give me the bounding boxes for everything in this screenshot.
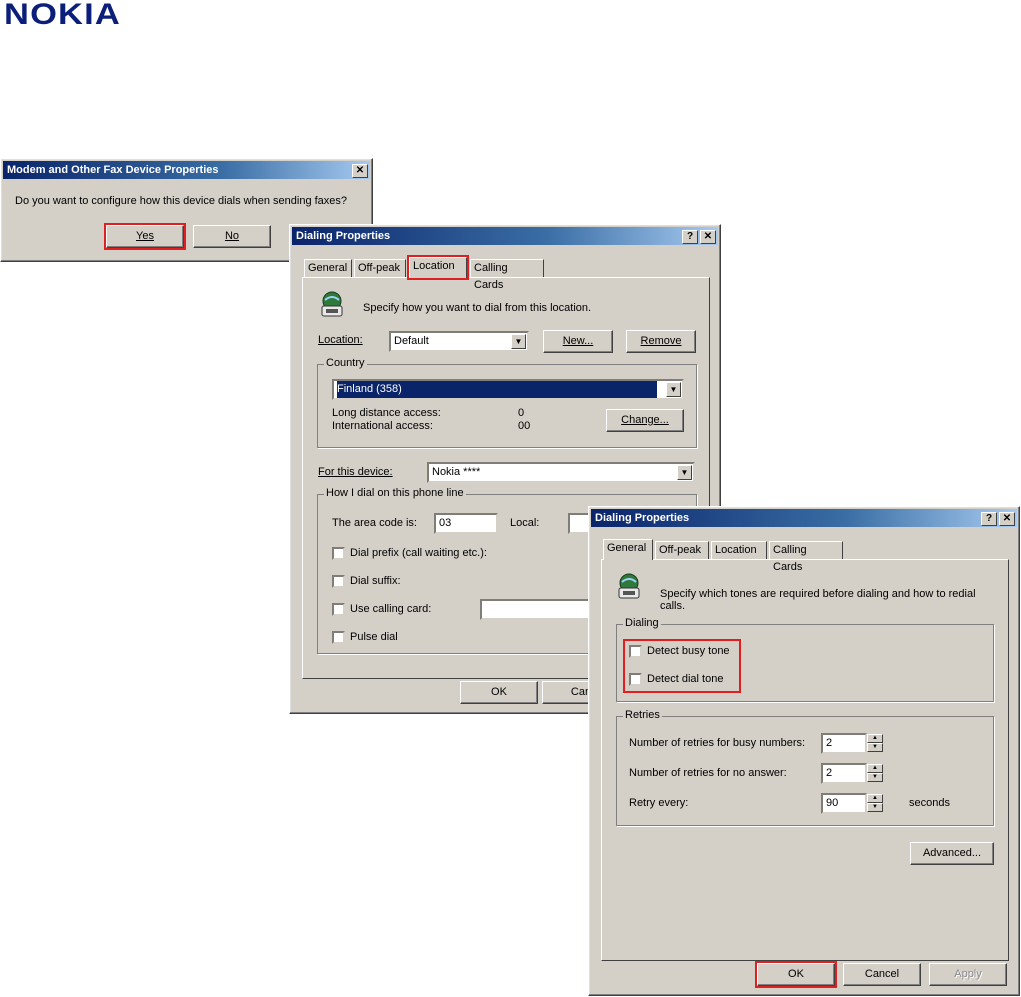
seconds-label: seconds <box>909 797 950 809</box>
dial-prefix-checkbox[interactable] <box>332 547 345 560</box>
change-button[interactable]: Change... <box>606 409 684 432</box>
general-panel: Specify which tones are required before … <box>601 559 1009 961</box>
dialing-properties-title: Dialing Properties <box>595 512 690 524</box>
pulse-dial-label: Pulse dial <box>350 631 398 643</box>
spin-down-icon[interactable]: ▼ <box>867 743 883 752</box>
dial-suffix-label: Dial suffix: <box>350 575 401 587</box>
dial-prefix-label: Dial prefix (call waiting etc.): <box>350 547 487 559</box>
apply-button[interactable]: Apply <box>929 963 1007 986</box>
retries-busy-spinner[interactable]: ▲ ▼ <box>867 734 883 753</box>
retry-every-input[interactable]: 90 <box>821 793 867 814</box>
location-label: Location: <box>318 334 363 346</box>
help-icon[interactable]: ? <box>682 230 698 244</box>
long-distance-label: Long distance access: <box>332 407 441 419</box>
device-combo-value: Nokia **** <box>432 466 481 478</box>
spin-up-icon[interactable]: ▲ <box>867 734 883 743</box>
tab-calling-cards[interactable]: Calling Cards <box>769 541 843 573</box>
tab-calling-cards[interactable]: Calling Cards <box>470 259 544 291</box>
retries-busy-input[interactable]: 2 <box>821 733 867 754</box>
detect-dial-tone-checkbox[interactable] <box>629 673 642 686</box>
spin-down-icon[interactable]: ▼ <box>867 803 883 812</box>
area-code-input[interactable]: 03 <box>434 513 498 534</box>
retries-noanswer-spinner[interactable]: ▲ ▼ <box>867 764 883 783</box>
remove-location-button[interactable]: Remove <box>626 330 696 353</box>
modem-fax-dialog-titlebar: Modem and Other Fax Device Properties ✕ <box>3 161 370 179</box>
ok-button[interactable]: OK <box>755 961 837 988</box>
chevron-down-icon[interactable]: ▼ <box>677 465 692 480</box>
configure-question: Do you want to configure how this device… <box>15 195 348 207</box>
retries-busy-label: Number of retries for busy numbers: <box>629 737 806 749</box>
area-code-label: The area code is: <box>332 517 417 529</box>
local-label: Local: <box>510 517 540 529</box>
location-intro: Specify how you want to dial from this l… <box>363 302 592 314</box>
dialing-properties-title: Dialing Properties <box>296 230 391 242</box>
long-distance-value: 0 <box>518 407 525 419</box>
spin-up-icon[interactable]: ▲ <box>867 794 883 803</box>
advanced-button[interactable]: Advanced... <box>910 842 994 865</box>
dial-suffix-checkbox[interactable] <box>332 575 345 588</box>
dialing-properties-titlebar: Dialing Properties ? ✕ <box>292 227 718 245</box>
spin-up-icon[interactable]: ▲ <box>867 764 883 773</box>
retries-group-label: Retries <box>623 709 662 721</box>
country-combo-value: Finland (358) <box>337 381 657 398</box>
detect-busy-tone-checkbox[interactable] <box>629 645 642 658</box>
close-icon[interactable]: ✕ <box>700 230 716 244</box>
device-label: For this device: <box>318 466 393 478</box>
tab-location[interactable]: Location <box>407 255 469 280</box>
tab-strip: General Off-peak Location Calling Cards <box>304 255 704 291</box>
no-button-label: No <box>224 230 240 242</box>
retries-noanswer-input[interactable]: 2 <box>821 763 867 784</box>
dialing-properties-titlebar: Dialing Properties ? ✕ <box>591 509 1017 527</box>
international-label: International access: <box>332 420 433 432</box>
dialing-group-label: Dialing <box>623 617 661 629</box>
yes-button-label: Yes <box>136 230 154 242</box>
dialing-properties-general-dialog: Dialing Properties ? ✕ General Off-peak … <box>588 506 1020 996</box>
howdial-group-label: How I dial on this phone line <box>324 487 466 499</box>
spin-down-icon[interactable]: ▼ <box>867 773 883 782</box>
tab-off-peak[interactable]: Off-peak <box>655 541 709 559</box>
calling-card-checkbox[interactable] <box>332 603 345 616</box>
new-location-button[interactable]: New... <box>543 330 613 353</box>
location-combo-value: Default <box>394 335 429 347</box>
phone-globe-icon <box>321 291 343 317</box>
ok-button[interactable]: OK <box>460 681 538 704</box>
nokia-logo: NOKIA <box>4 0 121 31</box>
tab-off-peak[interactable]: Off-peak <box>354 259 406 277</box>
retries-group: Retries Number of retries for busy numbe… <box>616 709 994 826</box>
tab-location[interactable]: Location <box>711 541 767 559</box>
country-combo[interactable]: Finland (358) ▼ <box>332 379 684 400</box>
detect-dial-tone-label: Detect dial tone <box>647 673 724 685</box>
close-icon[interactable]: ✕ <box>999 512 1015 526</box>
tab-strip: General Off-peak Location Calling Cards <box>603 539 1003 573</box>
yes-button[interactable]: Yes <box>104 223 186 250</box>
phone-globe-icon <box>618 573 640 599</box>
close-icon[interactable]: ✕ <box>352 164 368 178</box>
chevron-down-icon[interactable]: ▼ <box>511 334 526 349</box>
no-button[interactable]: No <box>193 225 271 248</box>
tab-general[interactable]: General <box>603 539 653 560</box>
dialing-group: Dialing Detect busy tone Detect dial ton… <box>616 617 994 702</box>
retry-every-spinner[interactable]: ▲ ▼ <box>867 794 883 813</box>
chevron-down-icon[interactable]: ▼ <box>666 382 681 397</box>
modem-fax-dialog-title: Modem and Other Fax Device Properties <box>7 164 219 176</box>
cancel-button[interactable]: Cancel <box>843 963 921 986</box>
tab-general[interactable]: General <box>304 259 352 277</box>
general-intro: Specify which tones are required before … <box>660 588 976 612</box>
country-group: Country Finland (358) ▼ Long distance ac… <box>317 357 697 448</box>
retry-every-label: Retry every: <box>629 797 689 809</box>
location-combo[interactable]: Default ▼ <box>389 331 529 352</box>
detect-busy-tone-label: Detect busy tone <box>647 645 730 657</box>
help-icon[interactable]: ? <box>981 512 997 526</box>
retries-noanswer-label: Number of retries for no answer: <box>629 767 787 779</box>
device-combo[interactable]: Nokia **** ▼ <box>427 462 695 483</box>
country-group-label: Country <box>324 357 367 369</box>
international-value: 00 <box>518 420 531 432</box>
calling-card-label: Use calling card: <box>350 603 432 615</box>
pulse-dial-checkbox[interactable] <box>332 631 345 644</box>
